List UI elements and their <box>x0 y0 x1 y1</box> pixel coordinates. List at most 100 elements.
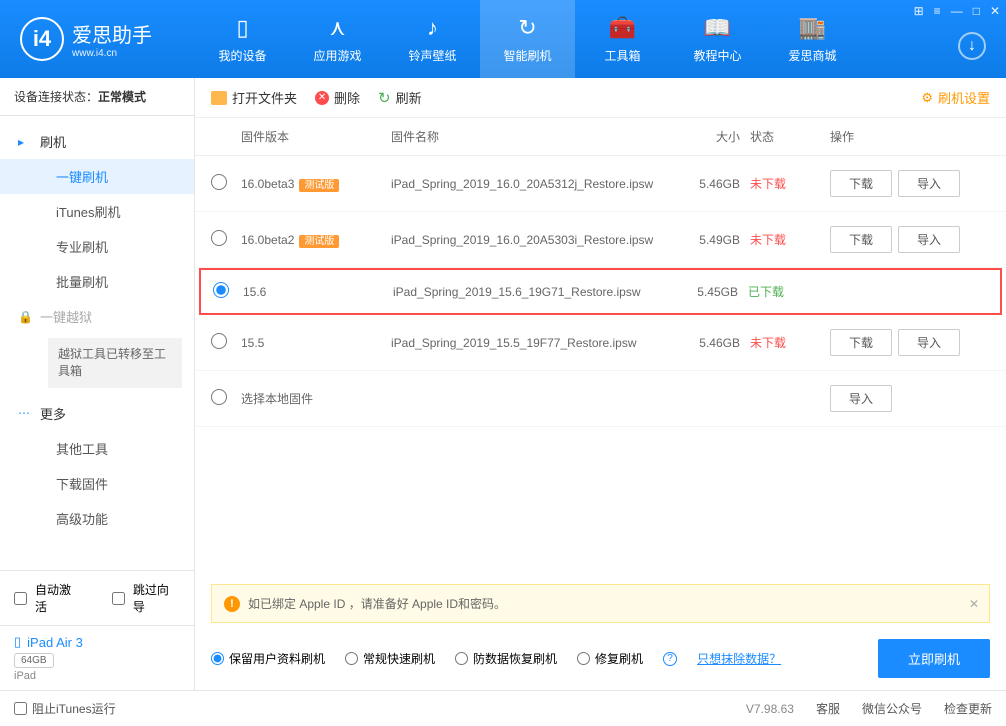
delete-icon: ✕ <box>315 91 329 105</box>
maximize-icon[interactable]: □ <box>973 4 980 18</box>
check-update-link[interactable]: 检查更新 <box>944 700 992 717</box>
tab-apps[interactable]: ⋏应用游戏 <box>290 0 385 78</box>
firmware-size: 5.46GB <box>670 336 750 350</box>
table-row-local[interactable]: 选择本地固件 导入 <box>195 371 1006 427</box>
sidebar-group-more[interactable]: ⋯更多 <box>0 396 194 431</box>
import-button[interactable]: 导入 <box>898 329 960 356</box>
delete-button[interactable]: ✕删除 <box>315 88 360 107</box>
app-header: i4 爱思助手 www.i4.cn ▯我的设备 ⋏应用游戏 ♪铃声壁纸 ↻智能刷… <box>0 0 1006 78</box>
firmware-status: 未下载 <box>750 334 830 351</box>
wechat-link[interactable]: 微信公众号 <box>862 700 922 717</box>
toolbox-icon: 🧰 <box>609 15 636 41</box>
footer: 阻止iTunes运行 V7.98.63 客服 微信公众号 检查更新 <box>0 690 1006 726</box>
sidebar-item-pro[interactable]: 专业刷机 <box>0 229 194 264</box>
firmware-version: 15.5 <box>241 336 391 350</box>
menu-icon[interactable]: ⊞ <box>914 4 924 18</box>
version-label: V7.98.63 <box>746 702 794 716</box>
download-button[interactable]: 下载 <box>830 329 892 356</box>
firmware-name: iPad_Spring_2019_16.0_20A5303i_Restore.i… <box>391 233 670 247</box>
option-repair[interactable]: 修复刷机 <box>577 650 643 667</box>
import-button[interactable]: 导入 <box>898 226 960 253</box>
skip-guide-checkbox[interactable] <box>112 592 125 605</box>
download-button[interactable]: 下载 <box>830 170 892 197</box>
help-icon[interactable]: ? <box>663 652 677 666</box>
sidebar-item-download-fw[interactable]: 下载固件 <box>0 466 194 501</box>
flash-group-icon: ▸ <box>18 135 24 149</box>
firmware-status: 未下载 <box>750 175 830 192</box>
music-icon: ♪ <box>427 15 438 41</box>
table-row[interactable]: 16.0beta3测试版 iPad_Spring_2019_16.0_20A53… <box>195 156 1006 212</box>
firmware-radio[interactable] <box>213 282 229 298</box>
gear-icon: ⚙ <box>921 90 933 106</box>
flash-icon: ↻ <box>518 15 536 41</box>
logo-icon: i4 <box>20 17 64 61</box>
table-row[interactable]: 16.0beta2测试版 iPad_Spring_2019_16.0_20A53… <box>195 212 1006 268</box>
sidebar-item-itunes[interactable]: iTunes刷机 <box>0 194 194 229</box>
apps-icon: ⋏ <box>329 15 345 41</box>
download-button[interactable]: ↓ <box>958 32 986 60</box>
open-folder-button[interactable]: 打开文件夹 <box>211 88 297 107</box>
firmware-ops: 下载导入 <box>830 170 990 197</box>
auto-activate-checkbox[interactable] <box>14 592 27 605</box>
sidebar-group-jailbreak: 🔒一键越狱 <box>0 299 194 334</box>
nav-tabs: ▯我的设备 ⋏应用游戏 ♪铃声壁纸 ↻智能刷机 🧰工具箱 📖教程中心 🏬爱思商城 <box>195 0 1006 78</box>
firmware-name: iPad_Spring_2019_15.6_19G71_Restore.ipsw <box>393 285 668 299</box>
sidebar-item-oneclick[interactable]: 一键刷机 <box>0 159 194 194</box>
more-icon: ⋯ <box>18 406 30 420</box>
tab-tutorials[interactable]: 📖教程中心 <box>670 0 765 78</box>
download-button[interactable]: 下载 <box>830 226 892 253</box>
warning-icon: ! <box>224 596 240 612</box>
firmware-name: iPad_Spring_2019_16.0_20A5312j_Restore.i… <box>391 177 670 191</box>
jailbreak-note: 越狱工具已转移至工具箱 <box>48 338 182 388</box>
logo-area[interactable]: i4 爱思助手 www.i4.cn <box>0 17 195 61</box>
option-normal[interactable]: 常规快速刷机 <box>345 650 435 667</box>
main-panel: 打开文件夹 ✕删除 ↻刷新 ⚙刷机设置 固件版本 固件名称 大小 状态 操作 1… <box>195 78 1006 690</box>
block-itunes-checkbox[interactable]: 阻止iTunes运行 <box>14 700 116 717</box>
sidebar-item-other[interactable]: 其他工具 <box>0 431 194 466</box>
toolbar: 打开文件夹 ✕删除 ↻刷新 ⚙刷机设置 <box>195 78 1006 118</box>
erase-link[interactable]: 只想抹除数据？ <box>697 650 781 667</box>
firmware-radio[interactable] <box>211 174 227 190</box>
refresh-button[interactable]: ↻刷新 <box>378 88 422 107</box>
app-title: 爱思助手 <box>72 19 152 48</box>
beta-badge: 测试版 <box>299 235 339 248</box>
sidebar: 设备连接状态：正常模式 ▸刷机 一键刷机 iTunes刷机 专业刷机 批量刷机 … <box>0 78 195 690</box>
flash-options: 保留用户资料刷机 常规快速刷机 防数据恢复刷机 修复刷机 ? 只想抹除数据？ 立… <box>211 639 990 678</box>
tab-my-device[interactable]: ▯我的设备 <box>195 0 290 78</box>
firmware-radio[interactable] <box>211 389 227 405</box>
device-info[interactable]: ▯iPad Air 3 64GB iPad <box>0 625 194 690</box>
table-header: 固件版本 固件名称 大小 状态 操作 <box>195 118 1006 156</box>
option-anti-recover[interactable]: 防数据恢复刷机 <box>455 650 557 667</box>
tab-ringtones[interactable]: ♪铃声壁纸 <box>385 0 480 78</box>
option-keep-data[interactable]: 保留用户资料刷机 <box>211 650 325 667</box>
firmware-radio[interactable] <box>211 333 227 349</box>
tab-toolbox[interactable]: 🧰工具箱 <box>575 0 670 78</box>
device-status: 设备连接状态：正常模式 <box>0 78 194 116</box>
firmware-version: 16.0beta3测试版 <box>241 176 391 191</box>
tab-flash[interactable]: ↻智能刷机 <box>480 0 575 78</box>
firmware-status: 未下载 <box>750 231 830 248</box>
local-firmware-label: 选择本地固件 <box>241 390 391 407</box>
firmware-size: 5.45GB <box>668 285 748 299</box>
lock-icon: 🔒 <box>18 310 33 324</box>
phone-icon: ▯ <box>236 15 248 41</box>
firmware-table: 16.0beta3测试版 iPad_Spring_2019_16.0_20A53… <box>195 156 1006 427</box>
firmware-radio[interactable] <box>211 230 227 246</box>
flash-now-button[interactable]: 立即刷机 <box>878 639 990 678</box>
close-icon[interactable]: ✕ <box>990 4 1000 18</box>
table-row[interactable]: 15.6 iPad_Spring_2019_15.6_19G71_Restore… <box>199 268 1002 315</box>
sidebar-item-batch[interactable]: 批量刷机 <box>0 264 194 299</box>
table-row[interactable]: 15.5 iPad_Spring_2019_15.5_19F77_Restore… <box>195 315 1006 371</box>
tab-store[interactable]: 🏬爱思商城 <box>765 0 860 78</box>
window-controls: ⊞ ≡ — □ ✕ <box>914 4 1000 18</box>
alert-close-button[interactable]: ✕ <box>969 597 979 611</box>
list-icon[interactable]: ≡ <box>934 4 941 18</box>
flash-settings-button[interactable]: ⚙刷机设置 <box>921 88 990 107</box>
sidebar-group-flash[interactable]: ▸刷机 <box>0 124 194 159</box>
import-button[interactable]: 导入 <box>830 385 892 412</box>
sidebar-item-advanced[interactable]: 高级功能 <box>0 501 194 536</box>
support-link[interactable]: 客服 <box>816 700 840 717</box>
firmware-ops: 下载导入 <box>830 329 990 356</box>
import-button[interactable]: 导入 <box>898 170 960 197</box>
minimize-icon[interactable]: — <box>951 4 963 18</box>
